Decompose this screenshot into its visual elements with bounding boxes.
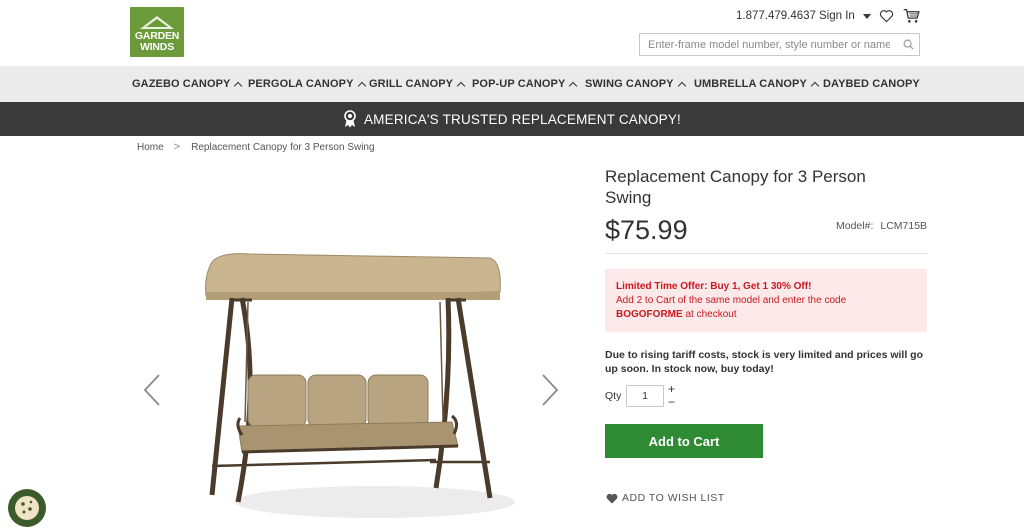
chevron-up-icon — [456, 81, 466, 90]
qty-decrement-button[interactable]: − — [668, 396, 675, 408]
promo-banner: AMERICA'S TRUSTED REPLACEMENT CANOPY! — [0, 102, 1024, 136]
phone-number[interactable]: 1.877.479.4637 — [736, 10, 816, 22]
award-ribbon-icon — [344, 110, 356, 128]
nav-label: GAZEBO CANOPY — [132, 78, 231, 90]
chevron-up-icon — [234, 81, 243, 90]
search-icon[interactable] — [903, 39, 914, 50]
breadcrumb-home-link[interactable]: Home — [137, 142, 164, 153]
model-value: LCM715B — [880, 220, 928, 232]
site-header: GARDEN WINDS 1.877.479.4637 Sign In — [0, 0, 1024, 66]
nav-label: GRILL CANOPY — [369, 78, 454, 90]
breadcrumb-current: Replacement Canopy for 3 Person Swing — [191, 141, 375, 153]
divider — [605, 253, 927, 254]
heart-icon — [606, 493, 618, 503]
qty-label: Qty — [605, 390, 622, 402]
nav-item-pop-up-canopy[interactable]: POP-UP CANOPY — [472, 78, 578, 90]
chevron-up-icon — [677, 81, 686, 90]
nav-item-gazebo-canopy[interactable]: GAZEBO CANOPY — [132, 78, 243, 90]
sign-in-menu[interactable]: Sign In — [819, 10, 871, 22]
wishlist-label: ADD TO WISH LIST — [622, 492, 725, 504]
garden-winds-logo[interactable]: GARDEN WINDS — [130, 7, 184, 57]
cookie-icon — [15, 496, 39, 520]
product-price: $75.99 — [605, 215, 688, 245]
nav-item-pergola-canopy[interactable]: PERGOLA CANOPY — [248, 78, 366, 90]
product-title: Replacement Canopy for 3 Person Swing — [605, 167, 866, 207]
nav-item-umbrella-canopy[interactable]: UMBRELLA CANOPY — [694, 78, 820, 90]
chevron-right-icon[interactable] — [540, 373, 560, 407]
offer-code-line: BOGOFORME at checkout — [616, 308, 916, 322]
model-number: Model#: LCM715B — [836, 220, 927, 232]
qty-increment-button[interactable]: + — [668, 383, 675, 395]
search-box — [639, 33, 920, 56]
add-to-wishlist-link[interactable]: ADD TO WISH LIST — [606, 492, 725, 504]
shopping-cart-icon[interactable] — [903, 8, 920, 24]
search-input[interactable] — [640, 34, 890, 55]
banner-text: AMERICA'S TRUSTED REPLACEMENT CANOPY! — [363, 111, 682, 127]
qty-input[interactable] — [626, 385, 664, 407]
product-gallery — [130, 160, 570, 530]
main-navigation: GAZEBO CANOPY PERGOLA CANOPY GRILL CANOP… — [0, 66, 1024, 102]
offer-title: Limited Time Offer: Buy 1, Get 1 30% Off… — [616, 281, 812, 292]
offer-suffix: at checkout — [682, 309, 737, 320]
chevron-up-icon — [569, 81, 578, 90]
sign-in-label: Sign In — [819, 10, 855, 22]
add-to-cart-button[interactable]: Add to Cart — [605, 424, 763, 458]
logo-line2: WINDS — [140, 41, 174, 53]
nav-label: DAYBED CANOPY — [823, 78, 920, 90]
model-label: Model#: — [836, 220, 874, 232]
tariff-notice: Due to rising tariff costs, stock is ver… — [605, 349, 923, 375]
chevron-up-icon — [810, 81, 820, 90]
cookie-settings-button[interactable] — [8, 489, 46, 527]
offer-line: Add 2 to Cart of the same model and ente… — [616, 295, 847, 306]
nav-item-swing-canopy[interactable]: SWING CANOPY — [585, 78, 686, 90]
promo-code: BOGOFORME — [616, 309, 683, 320]
nav-label: SWING CANOPY — [585, 78, 674, 90]
nav-label: UMBRELLA CANOPY — [694, 78, 807, 90]
breadcrumb: Home > Replacement Canopy for 3 Person S… — [137, 141, 375, 153]
nav-item-daybed-canopy[interactable]: DAYBED CANOPY — [823, 78, 920, 90]
breadcrumb-separator: > — [173, 141, 181, 153]
chevron-up-icon — [357, 81, 366, 90]
offer-box: Limited Time Offer: Buy 1, Get 1 30% Off… — [605, 269, 927, 332]
product-image-swing[interactable] — [190, 240, 530, 530]
nav-item-grill-canopy[interactable]: GRILL CANOPY — [369, 78, 466, 90]
wishlist-heart-icon[interactable] — [879, 9, 894, 23]
nav-label: POP-UP CANOPY — [472, 78, 566, 90]
nav-label: PERGOLA CANOPY — [248, 78, 354, 90]
chevron-left-icon[interactable] — [142, 373, 162, 407]
chevron-down-icon — [862, 13, 871, 19]
